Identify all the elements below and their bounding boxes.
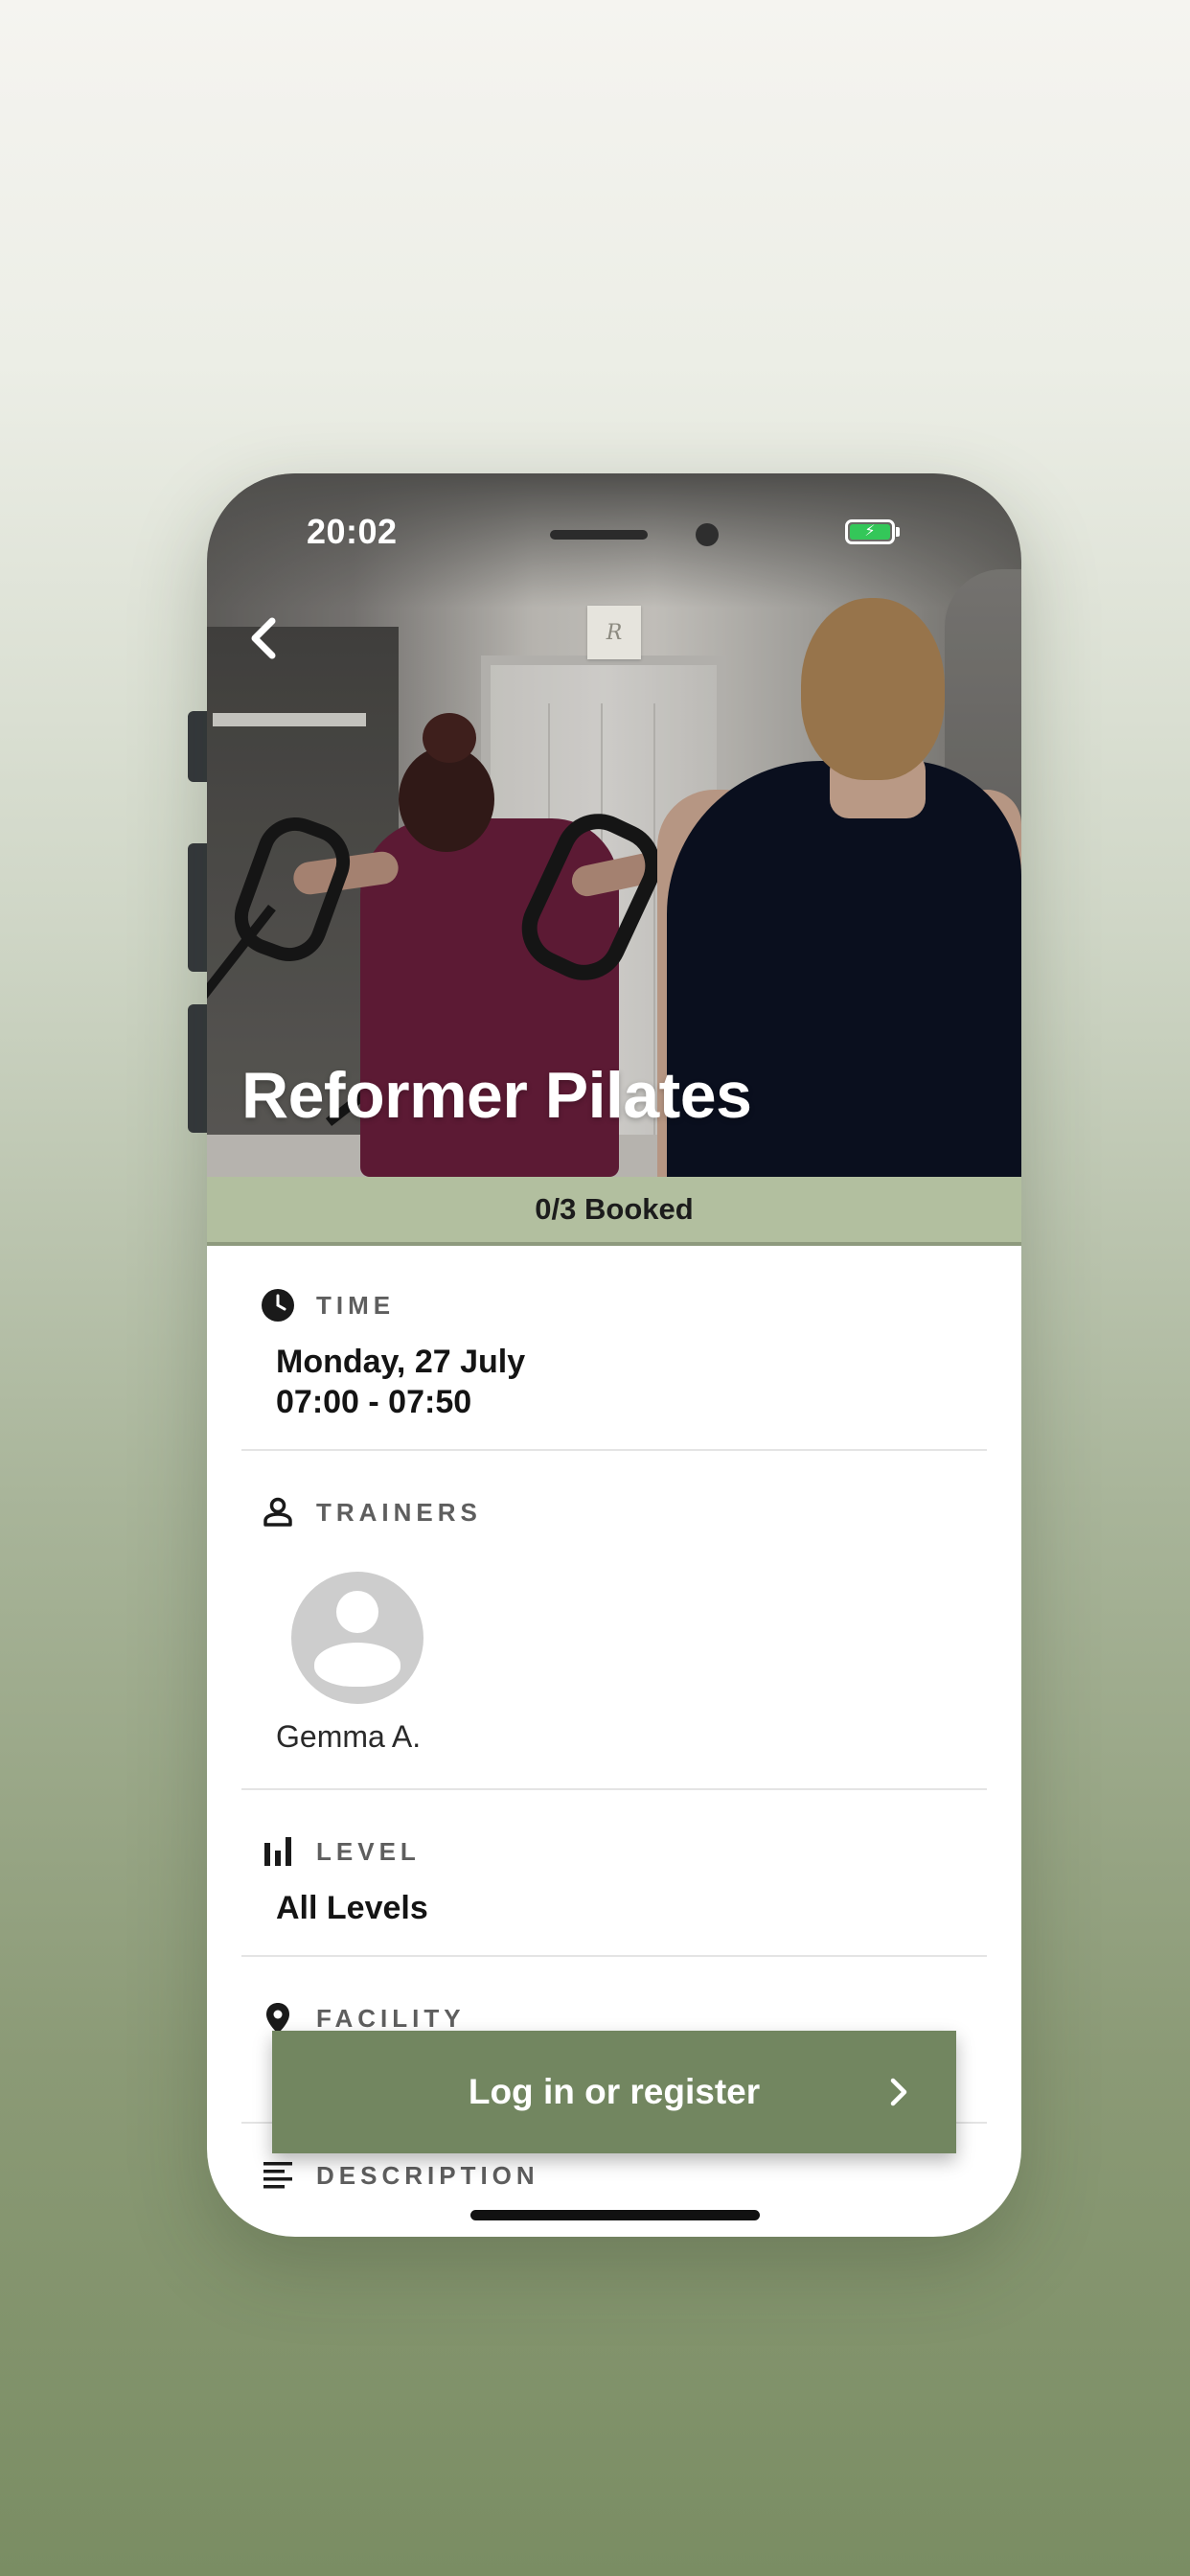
front-camera: [696, 523, 719, 546]
trainers-label: TRAINERS: [316, 1497, 482, 1527]
studio-logo: R: [587, 606, 641, 659]
time-section: TIME Monday, 27 July 07:00 - 07:50: [241, 1246, 987, 1451]
battery-icon: ⚡: [845, 519, 895, 544]
level-label: LEVEL: [316, 1836, 421, 1866]
booked-count: 0/3 Booked: [535, 1192, 694, 1226]
class-title: Reformer Pilates: [241, 1059, 752, 1132]
home-indicator[interactable]: [470, 2210, 760, 2220]
login-register-button[interactable]: Log in or register: [272, 2031, 956, 2153]
status-bar-time: 20:02: [307, 512, 398, 551]
level-value: All Levels: [276, 1890, 428, 1926]
class-time-range: 07:00 - 07:50: [276, 1384, 472, 1420]
class-date: Monday, 27 July: [276, 1344, 526, 1380]
booking-status-bar: 0/3 Booked: [207, 1177, 1021, 1246]
description-label: DESCRIPTION: [316, 2160, 539, 2190]
back-button[interactable]: [234, 608, 295, 669]
phone-screen: 20:02 ⚡ R Reformer Pilates 0/3 Booked TI…: [207, 473, 1021, 2237]
trainer-name[interactable]: Gemma A.: [276, 1719, 421, 1755]
bar-chart-icon: [261, 1834, 295, 1869]
trainer-avatar[interactable]: [291, 1572, 423, 1704]
trainers-section: TRAINERS Gemma A.: [241, 1451, 987, 1790]
level-section: LEVEL All Levels: [241, 1790, 987, 1957]
text-lines-icon: [261, 2158, 295, 2193]
login-register-label: Log in or register: [468, 2072, 761, 2111]
battery-tip: [896, 527, 900, 537]
clock-icon: [261, 1288, 295, 1322]
person-icon: [261, 1495, 295, 1530]
facility-label: FACILITY: [316, 2003, 466, 2033]
time-label: TIME: [316, 1290, 396, 1320]
speaker-notch: [550, 530, 648, 540]
chevron-right-icon: [890, 2078, 907, 2106]
chevron-left-icon: [251, 617, 276, 659]
